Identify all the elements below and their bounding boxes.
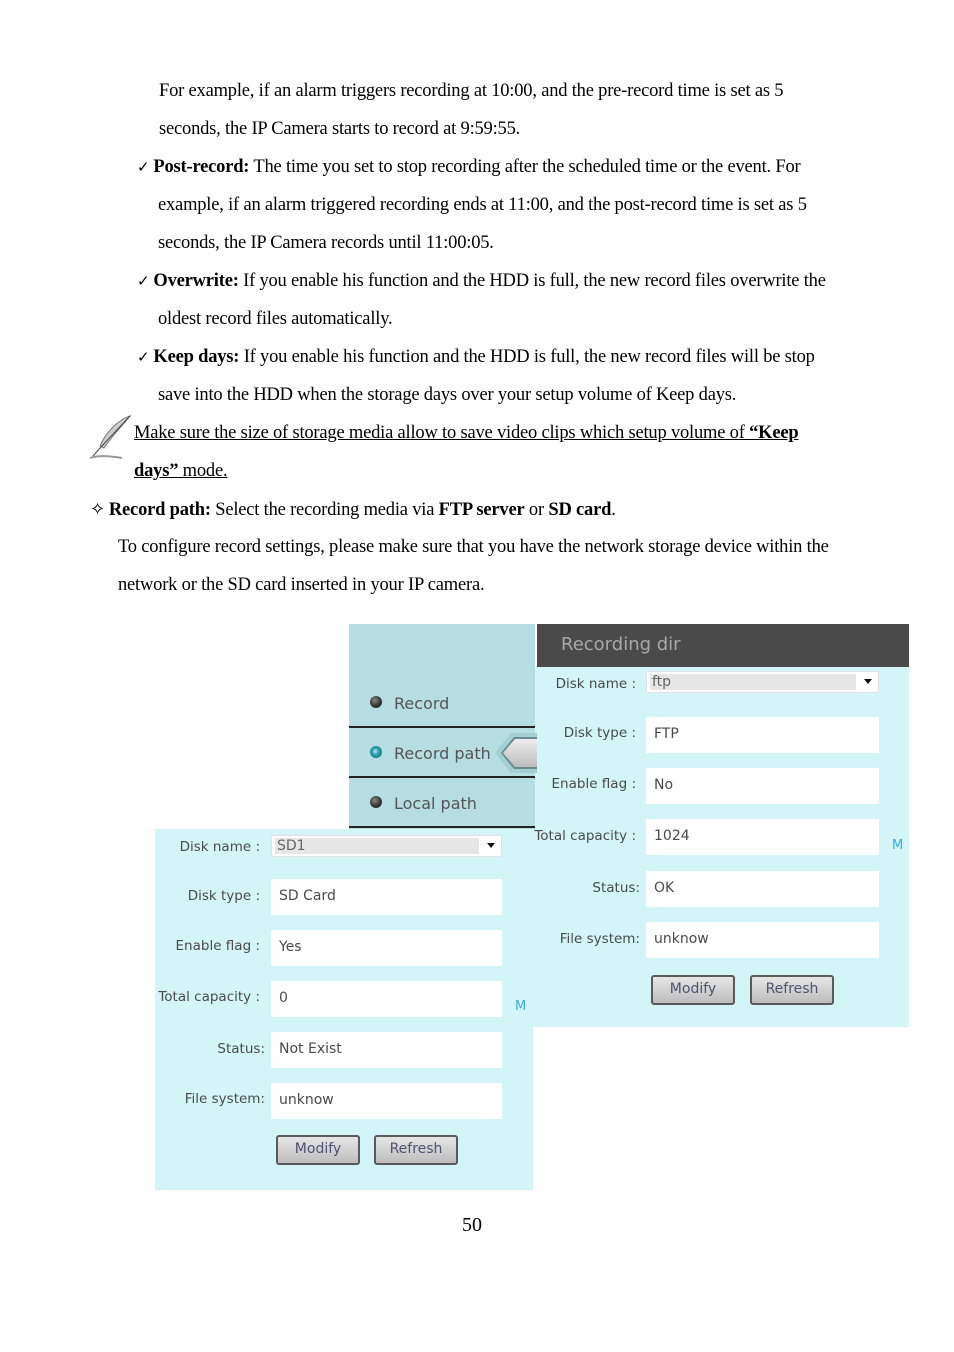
- bullet-post-record-line-3: seconds, the IP Camera records until 11:…: [158, 233, 494, 253]
- recording-dir-title: Recording dir: [561, 634, 681, 655]
- modify-button[interactable]: Modify: [651, 975, 735, 1005]
- file-system-label: File system:: [184, 1091, 265, 1107]
- check-icon: ✓: [137, 158, 150, 176]
- bullet-overwrite-line-2: oldest record files automatically.: [158, 309, 393, 329]
- disk-name-value: SD1: [275, 838, 479, 854]
- chevron-down-icon[interactable]: [487, 843, 495, 848]
- file-system-field[interactable]: unknow: [646, 922, 879, 958]
- bullet-text: If you enable his function and the HDD i…: [239, 347, 815, 367]
- bullet-term: Post-record:: [153, 157, 250, 177]
- intro-line-1: For example, if an alarm triggers record…: [159, 81, 784, 101]
- sd-card-term: SD card: [548, 500, 612, 520]
- refresh-button[interactable]: Refresh: [750, 975, 834, 1005]
- check-icon: ✓: [137, 272, 150, 290]
- feather-note-icon: [89, 414, 132, 459]
- note-line-1: Make sure the size of storage media allo…: [134, 422, 799, 444]
- menu-item-local-path[interactable]: Local path: [349, 782, 535, 830]
- capacity-unit: M: [892, 838, 904, 853]
- record-menu: Record Record path Local path: [349, 624, 535, 829]
- total-capacity-label: Total capacity :: [158, 989, 260, 1005]
- refresh-button[interactable]: Refresh: [374, 1135, 458, 1165]
- disk-name-select[interactable]: SD1: [271, 835, 502, 857]
- disk-name-select[interactable]: ftp: [646, 671, 879, 693]
- menu-divider: [349, 726, 535, 728]
- diamond-icon: ✧: [90, 499, 105, 520]
- menu-item-label: Local path: [394, 794, 477, 813]
- menu-divider: [349, 826, 535, 828]
- bullet-keep-days: ✓ Keep days: If you enable his function a…: [137, 346, 815, 368]
- file-system-label: File system:: [559, 931, 640, 947]
- check-icon: ✓: [137, 348, 150, 366]
- disk-type-field[interactable]: FTP: [646, 717, 879, 753]
- enable-flag-field[interactable]: No: [646, 768, 879, 804]
- ftp-server-term: FTP server: [438, 500, 525, 520]
- bullet-post-record-line-2: example, if an alarm triggered recording…: [158, 195, 807, 215]
- bullet-post-record: ✓ Post-record: The time you set to stop r…: [137, 156, 801, 178]
- status-label: Status:: [217, 1041, 265, 1057]
- bullet-term: Keep days:: [153, 347, 240, 367]
- disk-type-field[interactable]: SD Card: [271, 879, 502, 915]
- status-field[interactable]: OK: [646, 871, 879, 907]
- total-capacity-field[interactable]: 0: [271, 981, 502, 1017]
- radio-dot-icon: [370, 796, 382, 808]
- recording-dir-header: Recording dir: [537, 624, 909, 667]
- radio-dot-icon: [370, 696, 382, 708]
- record-path-heading: ✧ Record path: Select the recording media…: [90, 499, 616, 521]
- modify-button[interactable]: Modify: [276, 1135, 360, 1165]
- note-text: mode.: [178, 461, 228, 481]
- record-path-end: .: [611, 500, 616, 520]
- note-bold: “Keep: [749, 423, 799, 443]
- bullet-keep-days-line-2: save into the HDD when the storage days …: [158, 385, 737, 405]
- status-field[interactable]: Not Exist: [271, 1032, 502, 1068]
- bullet-overwrite: ✓ Overwrite: If you enable his function a…: [137, 270, 826, 292]
- page-number: 50: [462, 1214, 482, 1236]
- menu-divider: [349, 776, 535, 778]
- record-path-or: or: [524, 500, 549, 520]
- bullet-text: The time you set to stop recording after…: [249, 157, 801, 177]
- menu-item-label: Record: [394, 694, 450, 713]
- chevron-down-icon[interactable]: [864, 679, 872, 684]
- record-path-term: Record path:: [108, 500, 211, 520]
- enable-flag-label: Enable flag :: [551, 776, 636, 792]
- total-capacity-field[interactable]: 1024: [646, 819, 879, 855]
- status-label: Status:: [592, 880, 640, 896]
- note-line-2: days” mode.: [134, 460, 228, 482]
- radio-dot-active-icon: [370, 746, 382, 758]
- menu-item-record[interactable]: Record: [349, 682, 535, 730]
- total-capacity-label: Total capacity :: [534, 828, 636, 844]
- enable-flag-field[interactable]: Yes: [271, 930, 502, 966]
- note-bold: days”: [134, 461, 179, 481]
- disk-name-value: ftp: [650, 674, 856, 690]
- menu-item-label: Record path: [394, 744, 491, 763]
- bullet-term: Overwrite:: [153, 271, 239, 291]
- disk-type-label: Disk type :: [563, 725, 636, 741]
- active-tab-arrow-icon: [495, 733, 537, 773]
- record-path-text: Select the recording media via: [210, 500, 439, 520]
- capacity-unit: M: [515, 999, 527, 1014]
- intro-line-2: seconds, the IP Camera starts to record …: [159, 119, 521, 139]
- config-line-1: To configure record settings, please mak…: [118, 537, 829, 557]
- disk-name-label: Disk name :: [179, 839, 260, 855]
- file-system-field[interactable]: unknow: [271, 1083, 502, 1119]
- config-line-2: network or the SD card inserted in your …: [118, 575, 485, 595]
- disk-name-label: Disk name :: [555, 676, 636, 692]
- bullet-text: If you enable his function and the HDD i…: [238, 271, 826, 291]
- enable-flag-label: Enable flag :: [175, 938, 260, 954]
- disk-type-label: Disk type :: [187, 888, 260, 904]
- note-text: Make sure the size of storage media allo…: [134, 423, 750, 443]
